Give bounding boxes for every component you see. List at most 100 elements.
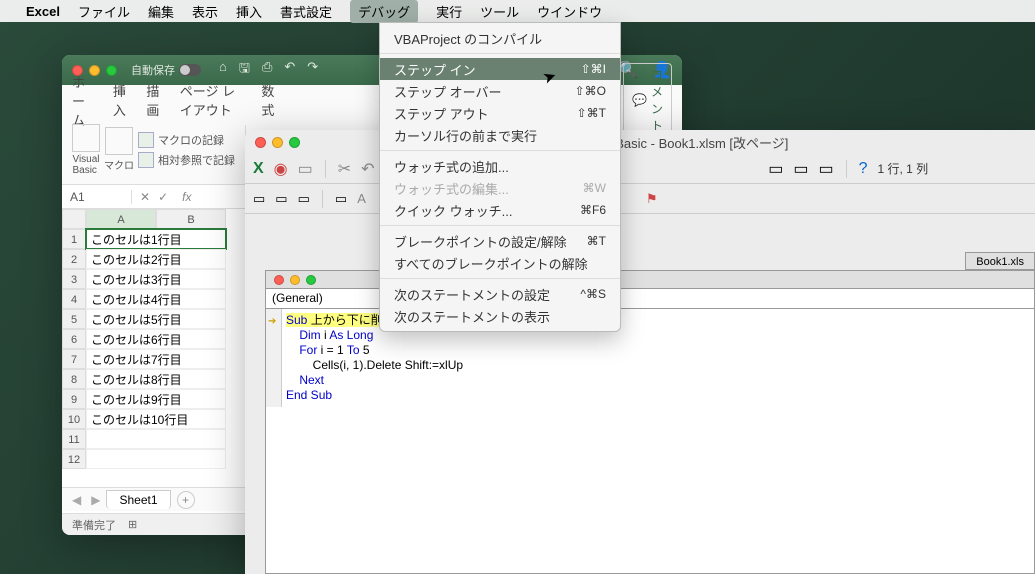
close-icon[interactable] <box>255 137 266 148</box>
row-header[interactable]: 2 <box>62 249 86 269</box>
toggle-icon[interactable] <box>179 64 201 76</box>
row-header[interactable]: 1 <box>62 229 86 249</box>
menu-quick-watch[interactable]: クイック ウォッチ...⌘F6 <box>380 199 620 221</box>
app-name[interactable]: Excel <box>26 4 60 19</box>
flag-icon[interactable]: ⚑ <box>646 191 658 207</box>
save-icon[interactable]: ◉ <box>274 159 288 179</box>
menu-insert[interactable]: 挿入 <box>236 2 262 21</box>
menu-run[interactable]: 実行 <box>436 2 462 21</box>
tab-formula[interactable]: 数式 <box>261 81 276 119</box>
maximize-icon[interactable] <box>289 137 300 148</box>
tool-icon[interactable]: ▭ <box>253 191 265 207</box>
vba-window: osoft Visual Basic - Book1.xlsm [改ページ] X… <box>245 130 1035 574</box>
row-header[interactable]: 4 <box>62 289 86 309</box>
tab-home[interactable]: ホーム <box>72 72 95 129</box>
undo-icon[interactable]: ↶ <box>361 159 374 179</box>
menu-view[interactable]: 表示 <box>192 2 218 21</box>
next-statement-arrow-icon: ➔ <box>268 314 276 329</box>
fx-icon[interactable]: fx <box>176 190 197 204</box>
macro-button[interactable]: マクロ <box>104 127 134 172</box>
prev-sheet-icon[interactable]: ◀ <box>72 493 81 507</box>
vb-icon <box>72 124 100 152</box>
row-header[interactable]: 11 <box>62 429 86 449</box>
menu-compile[interactable]: VBAProject のコンパイル <box>380 27 620 49</box>
cut-icon[interactable]: ✂ <box>338 159 351 179</box>
cell[interactable]: このセルは6行目 <box>86 329 226 349</box>
tab-draw[interactable]: 描画 <box>146 81 161 119</box>
redo-icon[interactable]: ↷ <box>307 59 318 81</box>
menu-debug[interactable]: デバッグ <box>350 0 418 23</box>
cell[interactable]: このセルは10行目 <box>86 409 226 429</box>
menu-edit[interactable]: 編集 <box>148 2 174 21</box>
confirm-icon[interactable]: ✓ <box>158 190 168 204</box>
row-header[interactable]: 5 <box>62 309 86 329</box>
row-header[interactable]: 9 <box>62 389 86 409</box>
tool-icon[interactable]: ▭ <box>275 191 287 207</box>
menu-clear-breakpoints[interactable]: すべてのブレークポイントの解除 <box>380 252 620 274</box>
tool-icon[interactable]: ▭ <box>793 159 808 179</box>
row-header[interactable]: 6 <box>62 329 86 349</box>
comment-button[interactable]: 💬コメント <box>623 63 672 137</box>
maximize-icon[interactable] <box>106 65 117 76</box>
visual-basic-button[interactable]: Visual Basic <box>72 124 100 176</box>
minimize-icon[interactable] <box>272 137 283 148</box>
cell[interactable]: このセルは2行目 <box>86 249 226 269</box>
cell[interactable]: このセルは3行目 <box>86 269 226 289</box>
cell[interactable]: このセルは7行目 <box>86 349 226 369</box>
menu-step-over[interactable]: ステップ オーバー⇧⌘O <box>380 80 620 102</box>
help-icon[interactable]: ? <box>859 160 868 178</box>
accessibility-icon[interactable]: ⊞ <box>128 518 137 531</box>
menu-file[interactable]: ファイル <box>78 2 130 21</box>
tool-icon[interactable]: ▭ <box>298 191 310 207</box>
menu-run-to-cursor[interactable]: カーソル行の前まで実行 <box>380 124 620 146</box>
tool-icon[interactable]: ▭ <box>298 159 313 179</box>
tab-insert[interactable]: 挿入 <box>113 81 128 119</box>
menu-toggle-breakpoint[interactable]: ブレークポイントの設定/解除⌘T <box>380 230 620 252</box>
menu-tools[interactable]: ツール <box>480 2 519 21</box>
col-header-a[interactable]: A <box>86 209 156 229</box>
cell[interactable] <box>86 429 226 449</box>
tool-icon[interactable]: ▭ <box>335 191 347 207</box>
tab-pagelayout[interactable]: ページ レイアウト <box>180 81 244 119</box>
home-icon[interactable]: ⌂ <box>219 59 227 81</box>
maximize-icon[interactable] <box>306 275 316 285</box>
relative-ref-button[interactable]: 相対参照で記録 <box>138 152 235 168</box>
tool-icon[interactable]: ▭ <box>818 159 833 179</box>
cell[interactable]: このセルは1行目 <box>86 229 226 249</box>
sheet-tab[interactable]: Sheet1 <box>106 490 170 509</box>
close-icon[interactable] <box>274 275 284 285</box>
row-header[interactable]: 7 <box>62 349 86 369</box>
row-header[interactable]: 10 <box>62 409 86 429</box>
row-header[interactable]: 12 <box>62 449 86 469</box>
select-all-corner[interactable] <box>62 209 86 229</box>
cell[interactable] <box>86 449 226 469</box>
menu-window[interactable]: ウインドウ <box>537 2 602 21</box>
cancel-icon[interactable]: ✕ <box>140 190 150 204</box>
autosave-toggle[interactable]: 自動保存 <box>131 62 201 78</box>
add-sheet-button[interactable]: + <box>177 491 195 509</box>
tool-icon[interactable]: ▭ <box>768 159 783 179</box>
undo-icon[interactable]: ↶ <box>284 59 295 81</box>
menu-set-next-statement[interactable]: 次のステートメントの設定^⌘S <box>380 283 620 305</box>
next-sheet-icon[interactable]: ▶ <box>91 493 100 507</box>
excel-icon[interactable]: X <box>253 160 264 178</box>
menu-add-watch[interactable]: ウォッチ式の追加... <box>380 155 620 177</box>
menu-step-out[interactable]: ステップ アウト⇧⌘T <box>380 102 620 124</box>
cell[interactable]: このセルは5行目 <box>86 309 226 329</box>
menu-format[interactable]: 書式設定 <box>280 2 332 21</box>
debug-menu-dropdown: VBAProject のコンパイル ステップ イン⇧⌘I ステップ オーバー⇧⌘… <box>379 22 621 332</box>
col-header-b[interactable]: B <box>156 209 226 229</box>
cell[interactable]: このセルは4行目 <box>86 289 226 309</box>
book-tab[interactable]: Book1.xls <box>965 252 1035 270</box>
menu-step-in[interactable]: ステップ イン⇧⌘I <box>380 58 620 80</box>
cell[interactable]: このセルは8行目 <box>86 369 226 389</box>
save-icon[interactable]: 🖫 <box>239 59 250 81</box>
minimize-icon[interactable] <box>290 275 300 285</box>
print-icon[interactable]: ⎙ <box>262 59 272 81</box>
menu-show-next-statement[interactable]: 次のステートメントの表示 <box>380 305 620 327</box>
record-macro-button[interactable]: マクロの記録 <box>138 132 235 148</box>
row-header[interactable]: 3 <box>62 269 86 289</box>
cell[interactable]: このセルは9行目 <box>86 389 226 409</box>
row-header[interactable]: 8 <box>62 369 86 389</box>
name-box[interactable]: A1 <box>62 190 132 204</box>
